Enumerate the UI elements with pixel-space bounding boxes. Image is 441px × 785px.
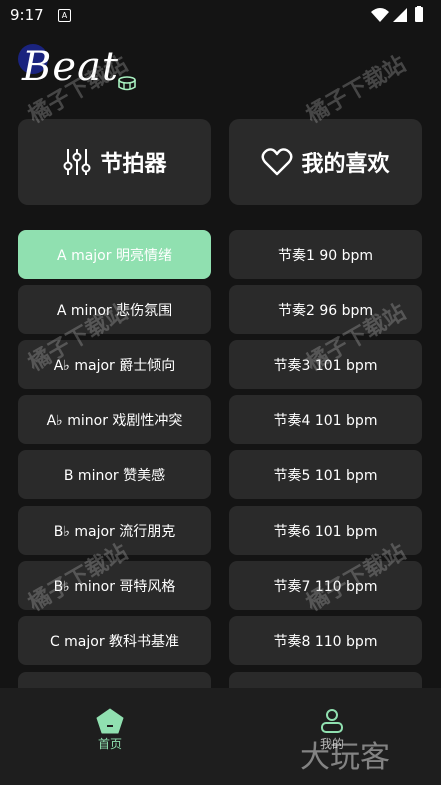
rhythm-item[interactable]: 节奏5 101 bpm [229,450,422,499]
key-item[interactable]: B♭ minor 哥特风格 [18,561,211,610]
key-item-partial[interactable] [18,672,211,688]
status-bar: 9:17 A [0,0,441,30]
home-pentagon-icon [96,708,124,734]
key-item[interactable]: A minor 悲伤氛围 [18,285,211,334]
app-logo: Beat [18,44,148,102]
rhythm-item[interactable]: 节奏3 101 bpm [229,340,422,389]
key-item[interactable]: A♭ major 爵士倾向 [18,340,211,389]
watermark: 橘子下载站 [302,51,411,129]
sliders-icon [63,149,91,175]
key-item[interactable]: B♭ major 流行朋克 [18,506,211,555]
corner-watermark: 大玩客 [300,740,390,775]
nav-home-label: 首页 [97,737,122,751]
logo-text: Beat [22,44,119,90]
signal-icon [393,8,407,22]
status-icons [371,6,423,22]
key-item[interactable]: B minor 赞美感 [18,450,211,499]
metronome-card[interactable]: 节拍器 [18,119,211,205]
rhythm-item[interactable]: 节奏7 110 bpm [229,561,422,610]
wifi-icon [371,8,389,22]
rhythm-item-partial[interactable] [229,672,422,688]
favorites-label: 我的喜欢 [301,152,390,177]
rhythm-item[interactable]: 节奏2 96 bpm [229,285,422,334]
nav-home[interactable]: 首页 [70,708,150,758]
heart-icon [262,148,293,176]
battery-icon [415,7,423,22]
key-item[interactable]: C major 教科书基准 [18,616,211,665]
status-time: 9:17 [10,6,44,24]
metronome-label: 节拍器 [100,152,167,177]
profile-icon [321,709,343,733]
rhythm-item[interactable]: 节奏1 90 bpm [229,230,422,279]
key-item[interactable]: A♭ minor 戏剧性冲突 [18,395,211,444]
rhythm-item[interactable]: 节奏8 110 bpm [229,616,422,665]
drum-icon [118,76,136,91]
favorites-card[interactable]: 我的喜欢 [229,119,422,205]
rhythm-item[interactable]: 节奏4 101 bpm [229,395,422,444]
key-item[interactable]: A major 明亮情绪 [18,230,211,279]
rhythm-item[interactable]: 节奏6 101 bpm [229,506,422,555]
notification-icon: A [58,9,71,22]
